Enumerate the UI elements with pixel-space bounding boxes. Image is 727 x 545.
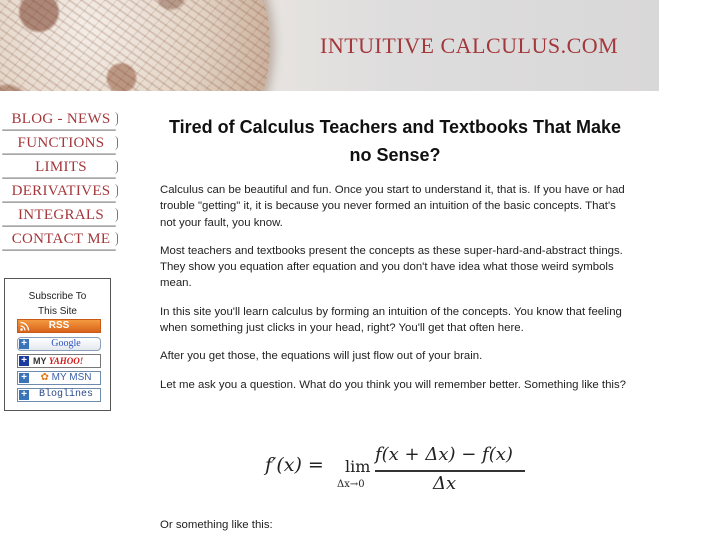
nav-label: CONTACT ME bbox=[11, 231, 111, 247]
formula-lhs: f′(x) = bbox=[265, 454, 324, 476]
subscribe-title: Subscribe To This Site bbox=[28, 291, 87, 317]
subscribe-box: Subscribe To This Site RSS + Google + MY… bbox=[4, 278, 111, 411]
site-title[interactable]: INTUITIVE CALCULUS.COM bbox=[320, 33, 618, 59]
rss-button[interactable]: RSS bbox=[17, 319, 101, 333]
plus-icon: + bbox=[19, 339, 29, 349]
formula-denominator: Δx bbox=[433, 473, 457, 494]
nav-item-functions[interactable]: FUNCTIONS bbox=[0, 133, 122, 157]
paragraph: Calculus can be beautiful and fun. Once … bbox=[160, 184, 625, 229]
nav-item-blog-news[interactable]: BLOG - NEWS bbox=[0, 109, 122, 133]
paragraph: After you get those, the equations will … bbox=[160, 350, 483, 363]
nav-label: LIMITS bbox=[35, 159, 87, 175]
tab-edge-icon bbox=[114, 184, 118, 198]
nav-item-limits[interactable]: LIMITS bbox=[0, 157, 122, 181]
paragraph: Let me ask you a question. What do you t… bbox=[160, 378, 626, 391]
main-content: Tired of Calculus Teachers and Textbooks… bbox=[160, 113, 630, 405]
nav-item-contact-me[interactable]: CONTACT ME bbox=[0, 229, 122, 253]
paragraph: Most teachers and textbooks present the … bbox=[160, 244, 623, 290]
page-headline: Tired of Calculus Teachers and Textbooks… bbox=[168, 117, 622, 165]
globe-image bbox=[0, 0, 270, 91]
derivative-formula: f′(x) = lim Δx→0 f(x + Δx) − f(x) Δx bbox=[265, 440, 535, 500]
msn-butterfly-icon: ✿ bbox=[40, 372, 49, 383]
rss-icon bbox=[20, 321, 30, 331]
tab-edge-icon bbox=[114, 208, 118, 222]
tab-edge-icon bbox=[114, 160, 118, 174]
bloglines-subscribe-button[interactable]: + Bloglines bbox=[17, 388, 101, 402]
nav-item-integrals[interactable]: INTEGRALS bbox=[0, 205, 122, 229]
sidebar-nav: BLOG - NEWS FUNCTIONS LIMITS DERIVATIVES… bbox=[0, 109, 122, 253]
msn-subscribe-button[interactable]: + ✿ MY MSN bbox=[17, 371, 101, 385]
plus-icon: + bbox=[19, 390, 29, 400]
nav-item-derivatives[interactable]: DERIVATIVES bbox=[0, 181, 122, 205]
formula-numerator: f(x + Δx) − f(x) bbox=[375, 444, 513, 465]
nav-label: INTEGRALS bbox=[17, 207, 105, 223]
tab-edge-icon bbox=[114, 136, 118, 150]
yahoo-logo: YAHOO! bbox=[48, 356, 84, 366]
tab-edge-icon bbox=[114, 232, 118, 246]
fraction-bar bbox=[375, 470, 525, 472]
paragraph: In this site you'll learn calculus by fo… bbox=[160, 305, 622, 335]
formula-lim: lim bbox=[345, 457, 371, 476]
header-banner: INTUITIVE CALCULUS.COM bbox=[0, 0, 659, 91]
plus-icon: + bbox=[19, 356, 29, 366]
plus-icon: + bbox=[19, 373, 29, 383]
google-subscribe-button[interactable]: + Google bbox=[17, 337, 101, 351]
yahoo-subscribe-button[interactable]: + MY YAHOO! bbox=[17, 354, 101, 368]
tab-edge-icon bbox=[114, 112, 118, 126]
nav-label: BLOG - NEWS bbox=[11, 111, 111, 127]
formula-lim-subscript: Δx→0 bbox=[337, 479, 365, 490]
paragraph: Or something like this: bbox=[160, 519, 273, 531]
nav-label: FUNCTIONS bbox=[17, 135, 105, 151]
nav-label: DERIVATIVES bbox=[11, 183, 111, 199]
